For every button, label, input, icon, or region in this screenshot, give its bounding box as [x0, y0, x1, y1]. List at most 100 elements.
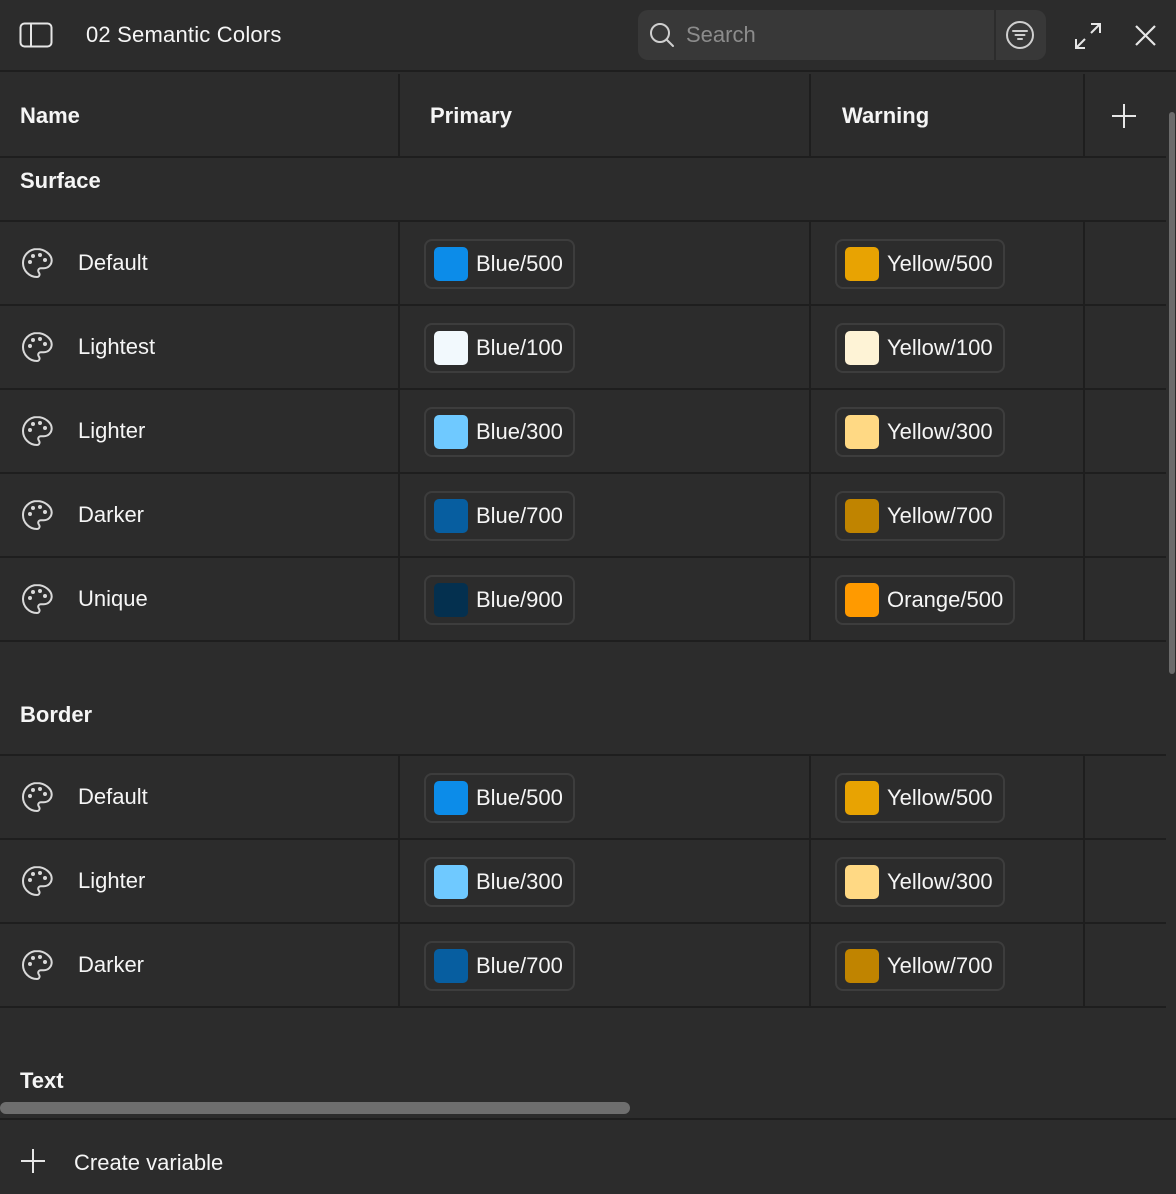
color-label: Yellow/700: [887, 953, 993, 978]
color-swatch: [434, 415, 468, 449]
warning-color-chip[interactable]: Yellow/300: [835, 857, 1005, 907]
column-separator: [398, 390, 400, 474]
window-title: 02 Semantic Colors: [86, 22, 282, 47]
column-separator: [398, 756, 400, 840]
color-label: Blue/900: [476, 587, 563, 612]
primary-color-chip[interactable]: Blue/500: [424, 773, 575, 823]
column-separator: [398, 924, 400, 1008]
column-separator: [809, 756, 811, 840]
primary-color-chip[interactable]: Blue/900: [424, 575, 575, 625]
column-separator: [809, 558, 811, 642]
variable-name[interactable]: Darker: [78, 500, 144, 530]
warning-color-chip[interactable]: Yellow/500: [835, 239, 1005, 289]
group-title[interactable]: Text: [20, 1068, 64, 1094]
table-row[interactable]: Default Blue/500 Yellow/500: [0, 756, 1166, 840]
table-row[interactable]: Darker Blue/700 Yellow/700: [0, 474, 1166, 558]
column-separator: [398, 222, 400, 306]
palette-icon: [20, 246, 54, 280]
column-separator: [1083, 222, 1085, 306]
color-swatch: [845, 331, 879, 365]
color-swatch: [434, 949, 468, 983]
variable-name[interactable]: Darker: [78, 950, 144, 980]
color-label: Yellow/100: [887, 335, 993, 360]
palette-icon: [20, 864, 54, 898]
primary-color-chip[interactable]: Blue/300: [424, 857, 575, 907]
color-swatch: [845, 583, 879, 617]
search-divider: [994, 10, 996, 60]
panel-header: 02 Semantic Colors: [0, 0, 1176, 72]
sidebar-toggle-button[interactable]: [18, 20, 54, 50]
variables-panel: 02 Semantic Colors Search Name Primary W…: [0, 0, 1176, 1194]
column-separator: [809, 924, 811, 1008]
column-separator: [398, 558, 400, 642]
add-column-icon[interactable]: [1108, 100, 1140, 132]
column-separator: [809, 222, 811, 306]
color-label: Blue/500: [476, 785, 563, 810]
primary-color-chip[interactable]: Blue/700: [424, 941, 575, 991]
variable-name[interactable]: Lightest: [78, 332, 155, 362]
expand-icon[interactable]: [1070, 18, 1106, 54]
color-swatch: [434, 583, 468, 617]
color-label: Blue/300: [476, 869, 563, 894]
color-swatch: [845, 247, 879, 281]
column-separator: [1083, 390, 1085, 474]
create-variable-label: Create variable: [74, 1150, 224, 1175]
color-swatch: [845, 781, 879, 815]
variable-name[interactable]: Default: [78, 782, 148, 812]
color-label: Blue/700: [476, 503, 563, 528]
color-label: Yellow/300: [887, 869, 993, 894]
table-row[interactable]: Lightest Blue/100 Yellow/100: [0, 306, 1166, 390]
group-title[interactable]: Border: [20, 702, 92, 728]
close-icon[interactable]: [1128, 18, 1164, 54]
color-label: Blue/500: [476, 251, 563, 276]
variable-name[interactable]: Lighter: [78, 416, 145, 446]
primary-color-chip[interactable]: Blue/700: [424, 491, 575, 541]
palette-icon: [20, 498, 54, 532]
table-row[interactable]: Darker Blue/700 Yellow/700: [0, 924, 1166, 1008]
color-label: Blue/300: [476, 419, 563, 444]
column-header-warning[interactable]: Warning: [809, 74, 1083, 158]
color-swatch: [434, 331, 468, 365]
column-header-row: Name Primary Warning: [0, 74, 1166, 158]
variables-table: Name Primary Warning Surface Default Blue/…: [0, 74, 1166, 1104]
create-variable-button[interactable]: Create variable: [0, 1118, 1176, 1194]
color-swatch: [434, 247, 468, 281]
primary-color-chip[interactable]: Blue/300: [424, 407, 575, 457]
warning-color-chip[interactable]: Yellow/100: [835, 323, 1005, 373]
warning-color-chip[interactable]: Yellow/500: [835, 773, 1005, 823]
variable-name[interactable]: Lighter: [78, 866, 145, 896]
column-separator: [1083, 74, 1085, 158]
color-label: Yellow/500: [887, 251, 993, 276]
warning-color-chip[interactable]: Orange/500: [835, 575, 1016, 625]
palette-icon: [20, 780, 54, 814]
vertical-scrollbar[interactable]: [1169, 112, 1175, 674]
column-header-primary[interactable]: Primary: [398, 74, 809, 158]
search-input[interactable]: [686, 18, 986, 52]
warning-color-chip[interactable]: Yellow/700: [835, 491, 1005, 541]
column-separator: [1083, 840, 1085, 924]
column-separator: [1083, 306, 1085, 390]
filter-icon[interactable]: [1004, 19, 1036, 51]
column-separator: [809, 74, 811, 158]
horizontal-scrollbar[interactable]: [0, 1102, 630, 1114]
warning-color-chip[interactable]: Yellow/700: [835, 941, 1005, 991]
variable-name[interactable]: Default: [78, 248, 148, 278]
table-row[interactable]: Default Blue/500 Yellow/500: [0, 222, 1166, 306]
primary-color-chip[interactable]: Blue/100: [424, 323, 575, 373]
variable-name[interactable]: Unique: [78, 584, 148, 614]
search-box[interactable]: [638, 10, 1046, 60]
color-label: Orange/500: [887, 587, 1004, 612]
warning-color-chip[interactable]: Yellow/300: [835, 407, 1005, 457]
group-title[interactable]: Surface: [20, 168, 101, 194]
table-row[interactable]: Lighter Blue/300 Yellow/300: [0, 840, 1166, 924]
palette-icon: [20, 330, 54, 364]
color-swatch: [434, 781, 468, 815]
column-separator: [1083, 924, 1085, 1008]
color-swatch: [434, 499, 468, 533]
primary-color-chip[interactable]: Blue/500: [424, 239, 575, 289]
table-row[interactable]: Lighter Blue/300 Yellow/300: [0, 390, 1166, 474]
column-header-name[interactable]: Name: [0, 74, 398, 158]
column-separator: [398, 474, 400, 558]
table-row[interactable]: Unique Blue/900 Orange/500: [0, 558, 1166, 642]
color-swatch: [845, 865, 879, 899]
